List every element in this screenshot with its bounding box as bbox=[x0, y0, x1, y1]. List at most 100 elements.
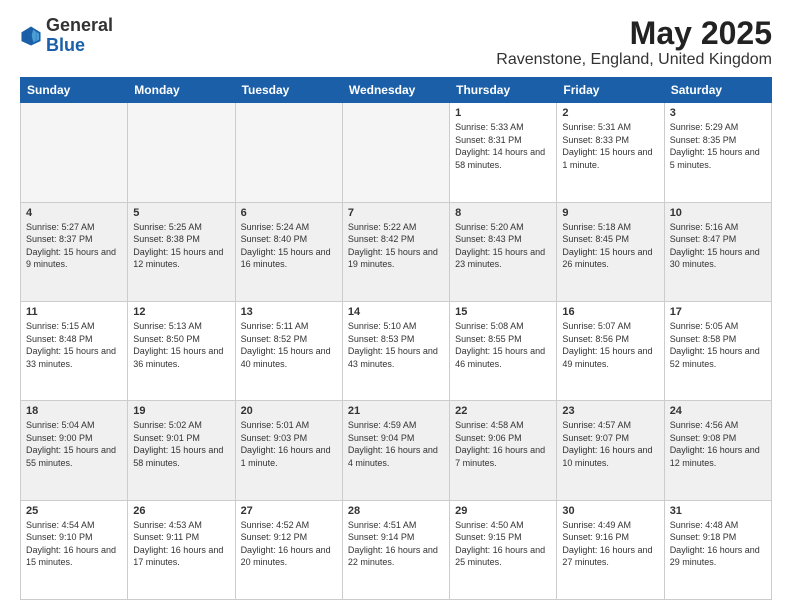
table-cell: 28Sunrise: 4:51 AMSunset: 9:14 PMDayligh… bbox=[342, 500, 449, 599]
table-cell bbox=[342, 103, 449, 202]
day-info: Sunrise: 5:15 AMSunset: 8:48 PMDaylight:… bbox=[26, 321, 116, 369]
day-info: Sunrise: 5:02 AMSunset: 9:01 PMDaylight:… bbox=[133, 420, 223, 468]
col-saturday: Saturday bbox=[664, 78, 771, 103]
day-info: Sunrise: 5:11 AMSunset: 8:52 PMDaylight:… bbox=[241, 321, 331, 369]
day-info: Sunrise: 5:29 AMSunset: 8:35 PMDaylight:… bbox=[670, 122, 760, 170]
title-block: May 2025 Ravenstone, England, United Kin… bbox=[496, 16, 772, 69]
day-number: 29 bbox=[455, 505, 551, 517]
day-info: Sunrise: 5:24 AMSunset: 8:40 PMDaylight:… bbox=[241, 222, 331, 270]
day-info: Sunrise: 5:31 AMSunset: 8:33 PMDaylight:… bbox=[562, 122, 652, 170]
day-info: Sunrise: 4:52 AMSunset: 9:12 PMDaylight:… bbox=[241, 520, 331, 568]
day-info: Sunrise: 5:18 AMSunset: 8:45 PMDaylight:… bbox=[562, 222, 652, 270]
day-number: 2 bbox=[562, 107, 658, 119]
day-info: Sunrise: 5:07 AMSunset: 8:56 PMDaylight:… bbox=[562, 321, 652, 369]
day-info: Sunrise: 5:16 AMSunset: 8:47 PMDaylight:… bbox=[670, 222, 760, 270]
day-number: 15 bbox=[455, 306, 551, 318]
day-number: 25 bbox=[26, 505, 122, 517]
day-number: 10 bbox=[670, 207, 766, 219]
day-info: Sunrise: 4:53 AMSunset: 9:11 PMDaylight:… bbox=[133, 520, 223, 568]
table-cell: 12Sunrise: 5:13 AMSunset: 8:50 PMDayligh… bbox=[128, 301, 235, 400]
table-cell: 31Sunrise: 4:48 AMSunset: 9:18 PMDayligh… bbox=[664, 500, 771, 599]
table-cell: 16 Sunrise: 5:07 AMSunset: 8:56 PMDayligh… bbox=[557, 301, 664, 400]
col-monday: Monday bbox=[128, 78, 235, 103]
table-cell: 20 Sunrise: 5:01 AMSunset: 9:03 PMDayligh… bbox=[235, 401, 342, 500]
day-info: Sunrise: 4:58 AMSunset: 9:06 PMDaylight:… bbox=[455, 420, 545, 468]
table-cell: 8 Sunrise: 5:20 AMSunset: 8:43 PMDaylight… bbox=[450, 202, 557, 301]
day-number: 13 bbox=[241, 306, 337, 318]
day-info: Sunrise: 5:08 AMSunset: 8:55 PMDaylight:… bbox=[455, 321, 545, 369]
day-number: 19 bbox=[133, 405, 229, 417]
day-number: 8 bbox=[455, 207, 551, 219]
day-number: 18 bbox=[26, 405, 122, 417]
table-cell: 2 Sunrise: 5:31 AMSunset: 8:33 PMDaylight… bbox=[557, 103, 664, 202]
day-number: 26 bbox=[133, 505, 229, 517]
logo-general-text: General bbox=[46, 15, 113, 35]
day-info: Sunrise: 5:33 AMSunset: 8:31 PMDaylight:… bbox=[455, 122, 545, 170]
day-number: 9 bbox=[562, 207, 658, 219]
table-cell bbox=[21, 103, 128, 202]
logo-icon bbox=[20, 25, 42, 47]
table-cell: 6 Sunrise: 5:24 AMSunset: 8:40 PMDaylight… bbox=[235, 202, 342, 301]
table-cell: 11 Sunrise: 5:15 AMSunset: 8:48 PMDayligh… bbox=[21, 301, 128, 400]
day-number: 27 bbox=[241, 505, 337, 517]
table-cell: 17 Sunrise: 5:05 AMSunset: 8:58 PMDayligh… bbox=[664, 301, 771, 400]
table-cell: 25Sunrise: 4:54 AMSunset: 9:10 PMDayligh… bbox=[21, 500, 128, 599]
day-info: Sunrise: 5:04 AMSunset: 9:00 PMDaylight:… bbox=[26, 420, 116, 468]
day-info: Sunrise: 4:50 AMSunset: 9:15 PMDaylight:… bbox=[455, 520, 545, 568]
page: General Blue May 2025 Ravenstone, Englan… bbox=[0, 0, 792, 612]
col-wednesday: Wednesday bbox=[342, 78, 449, 103]
table-cell: 27 Sunrise: 4:52 AMSunset: 9:12 PMDayligh… bbox=[235, 500, 342, 599]
day-number: 11 bbox=[26, 306, 122, 318]
day-info: Sunrise: 5:25 AMSunset: 8:38 PMDaylight:… bbox=[133, 222, 223, 270]
header-row: Sunday Monday Tuesday Wednesday Thursday… bbox=[21, 78, 772, 103]
day-number: 17 bbox=[670, 306, 766, 318]
col-thursday: Thursday bbox=[450, 78, 557, 103]
day-info: Sunrise: 4:57 AMSunset: 9:07 PMDaylight:… bbox=[562, 420, 652, 468]
week-row-1: 1Sunrise: 5:33 AMSunset: 8:31 PMDaylight… bbox=[21, 103, 772, 202]
table-cell: 9 Sunrise: 5:18 AMSunset: 8:45 PMDaylight… bbox=[557, 202, 664, 301]
day-number: 23 bbox=[562, 405, 658, 417]
day-number: 6 bbox=[241, 207, 337, 219]
table-cell bbox=[128, 103, 235, 202]
table-cell: 4 Sunrise: 5:27 AMSunset: 8:37 PMDaylight… bbox=[21, 202, 128, 301]
table-cell: 23 Sunrise: 4:57 AMSunset: 9:07 PMDayligh… bbox=[557, 401, 664, 500]
day-info: Sunrise: 5:05 AMSunset: 8:58 PMDaylight:… bbox=[670, 321, 760, 369]
day-number: 3 bbox=[670, 107, 766, 119]
table-cell: 19 Sunrise: 5:02 AMSunset: 9:01 PMDayligh… bbox=[128, 401, 235, 500]
day-number: 14 bbox=[348, 306, 444, 318]
table-cell: 13 Sunrise: 5:11 AMSunset: 8:52 PMDayligh… bbox=[235, 301, 342, 400]
logo-blue-text: Blue bbox=[46, 35, 85, 55]
table-cell: 1Sunrise: 5:33 AMSunset: 8:31 PMDaylight… bbox=[450, 103, 557, 202]
table-cell: 21Sunrise: 4:59 AMSunset: 9:04 PMDayligh… bbox=[342, 401, 449, 500]
day-info: Sunrise: 4:59 AMSunset: 9:04 PMDaylight:… bbox=[348, 420, 438, 468]
day-number: 7 bbox=[348, 207, 444, 219]
day-info: Sunrise: 5:22 AMSunset: 8:42 PMDaylight:… bbox=[348, 222, 438, 270]
day-number: 28 bbox=[348, 505, 444, 517]
day-number: 22 bbox=[455, 405, 551, 417]
table-cell: 30Sunrise: 4:49 AMSunset: 9:16 PMDayligh… bbox=[557, 500, 664, 599]
table-cell: 22 Sunrise: 4:58 AMSunset: 9:06 PMDayligh… bbox=[450, 401, 557, 500]
day-info: Sunrise: 5:27 AMSunset: 8:37 PMDaylight:… bbox=[26, 222, 116, 270]
day-info: Sunrise: 5:01 AMSunset: 9:03 PMDaylight:… bbox=[241, 420, 331, 468]
day-number: 4 bbox=[26, 207, 122, 219]
calendar-table: Sunday Monday Tuesday Wednesday Thursday… bbox=[20, 77, 772, 600]
day-number: 16 bbox=[562, 306, 658, 318]
table-cell: 24 Sunrise: 4:56 AMSunset: 9:08 PMDayligh… bbox=[664, 401, 771, 500]
day-number: 24 bbox=[670, 405, 766, 417]
table-cell: 18 Sunrise: 5:04 AMSunset: 9:00 PMDayligh… bbox=[21, 401, 128, 500]
header: General Blue May 2025 Ravenstone, Englan… bbox=[20, 16, 772, 69]
calendar-subtitle: Ravenstone, England, United Kingdom bbox=[496, 51, 772, 69]
day-info: Sunrise: 4:48 AMSunset: 9:18 PMDaylight:… bbox=[670, 520, 760, 568]
table-cell: 3 Sunrise: 5:29 AMSunset: 8:35 PMDaylight… bbox=[664, 103, 771, 202]
col-friday: Friday bbox=[557, 78, 664, 103]
day-number: 5 bbox=[133, 207, 229, 219]
week-row-5: 25Sunrise: 4:54 AMSunset: 9:10 PMDayligh… bbox=[21, 500, 772, 599]
logo: General Blue bbox=[20, 16, 113, 56]
logo-text: General Blue bbox=[46, 16, 113, 56]
day-info: Sunrise: 4:56 AMSunset: 9:08 PMDaylight:… bbox=[670, 420, 760, 468]
table-cell bbox=[235, 103, 342, 202]
calendar-title: May 2025 bbox=[496, 16, 772, 51]
week-row-4: 18 Sunrise: 5:04 AMSunset: 9:00 PMDayligh… bbox=[21, 401, 772, 500]
day-info: Sunrise: 5:20 AMSunset: 8:43 PMDaylight:… bbox=[455, 222, 545, 270]
day-number: 20 bbox=[241, 405, 337, 417]
